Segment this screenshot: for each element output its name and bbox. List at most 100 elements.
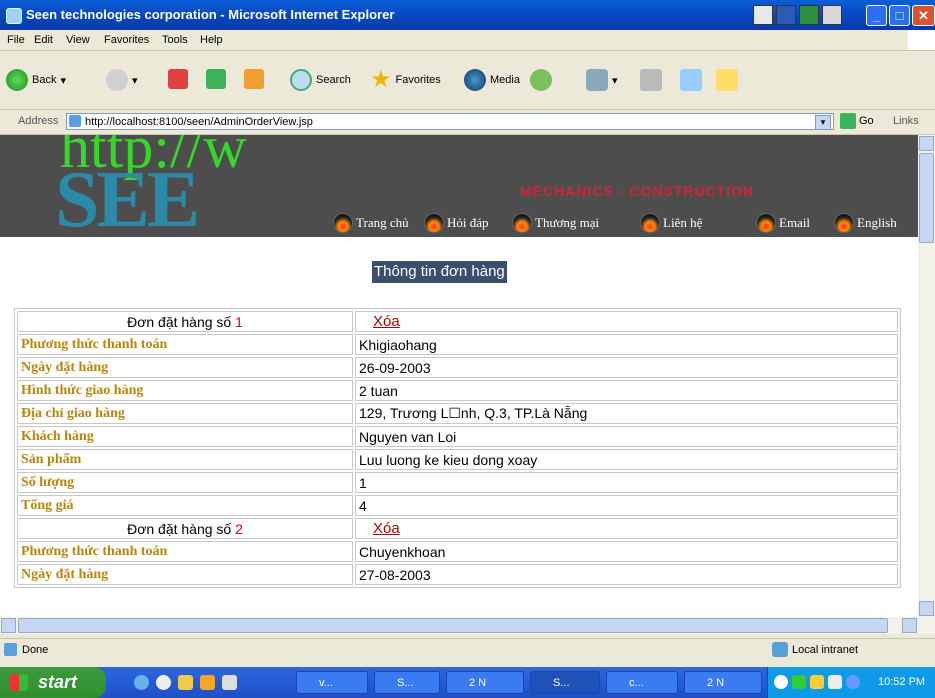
table-row: Tổng giá 4 [17, 495, 898, 516]
nav-home[interactable]: Trang chủ [333, 213, 409, 233]
menu-help[interactable]: Help [200, 34, 223, 46]
horizontal-scrollbar[interactable] [0, 617, 935, 634]
address-bar: Address http://localhost:8100/seen/Admin… [0, 110, 935, 135]
tray-back-icon[interactable] [774, 675, 788, 689]
go-button[interactable]: Go [840, 113, 874, 129]
address-input[interactable]: http://localhost:8100/seen/AdminOrderVie… [66, 113, 834, 130]
scroll-right-button[interactable] [902, 618, 917, 633]
order-number: 2 [235, 520, 243, 537]
field-label: Phương thức thanh toán [17, 334, 353, 355]
edit-button[interactable] [680, 69, 702, 91]
print-button[interactable] [640, 69, 662, 91]
order-actions: Xóa [355, 518, 898, 539]
search-button[interactable]: Search [290, 69, 351, 91]
history-icon [530, 69, 552, 91]
field-value: 26-09-2003 [355, 357, 898, 378]
mail-button[interactable]: ▾ [586, 69, 618, 91]
menu-file[interactable]: File [7, 34, 25, 46]
field-label: Khách hàng [17, 426, 353, 447]
maximize-button[interactable]: □ [889, 5, 910, 26]
vertical-scrollbar[interactable] [918, 135, 935, 617]
quicklaunch-folder-icon[interactable] [178, 675, 193, 690]
tray-icon-1[interactable] [792, 675, 806, 689]
horizontal-scroll-thumb[interactable] [18, 618, 888, 633]
task-2n[interactable]: 2 N [684, 671, 762, 694]
field-label: Sản phẩm [17, 449, 353, 470]
order-title: Đơn đặt hàng số 1 [17, 311, 353, 332]
quick-icon-1[interactable] [753, 5, 773, 25]
nav-faq[interactable]: Hỏi đáp [424, 213, 489, 233]
quicklaunch-app-icon[interactable] [200, 675, 215, 690]
nav-email[interactable]: Email [756, 213, 810, 233]
forward-button[interactable]: ▾ [106, 69, 138, 91]
table-row: Phương thức thanh toán Chuyenkhoan [17, 541, 898, 562]
windows-flag-icon [10, 674, 28, 691]
delete-order-link[interactable]: Xóa [359, 313, 400, 330]
forward-arrow-icon [106, 69, 128, 91]
nav-ball-icon [333, 213, 353, 233]
vertical-scroll-thumb[interactable] [919, 153, 934, 243]
stop-button[interactable] [168, 69, 188, 89]
nav-ball-icon [640, 213, 660, 233]
tray-icon-3[interactable] [828, 675, 842, 689]
title-bar[interactable]: Seen technologies corporation - Microsof… [0, 0, 935, 30]
task-c[interactable]: c... [606, 671, 678, 694]
scroll-left-button[interactable] [1, 618, 16, 633]
field-label: Tổng giá [17, 495, 353, 516]
task-ie-active[interactable]: S... [530, 671, 600, 694]
nav-english[interactable]: English [834, 213, 897, 233]
table-row: Sản phẩm Luu luong ke kieu dong xoay [17, 449, 898, 470]
minimize-button[interactable]: _ [866, 5, 887, 26]
nav-label: Thương mại [535, 215, 600, 230]
delete-order-link[interactable]: Xóa [359, 520, 400, 537]
links-button[interactable]: Links [893, 115, 919, 127]
star-icon: ★ [370, 66, 392, 93]
scroll-up-button[interactable] [919, 136, 934, 151]
field-value: 2 tuan [355, 380, 898, 401]
task-s1[interactable]: S... [374, 671, 440, 694]
refresh-icon [206, 69, 226, 89]
history-button[interactable] [530, 69, 552, 91]
quicklaunch-ie-icon[interactable] [134, 675, 149, 690]
menu-view[interactable]: View [66, 34, 90, 46]
order-header-row: Đơn đặt hàng số 1 Xóa [17, 311, 898, 332]
nav-commerce[interactable]: Thương mại [512, 213, 599, 233]
nav-ball-icon [834, 213, 854, 233]
address-url: http://localhost:8100/seen/AdminOrderVie… [85, 116, 313, 128]
task-word[interactable]: 2 N [446, 671, 524, 694]
intranet-icon [772, 642, 788, 657]
quick-icon-4[interactable] [822, 5, 842, 25]
back-button[interactable]: Back ▾ [6, 69, 66, 91]
tray-icon-2[interactable] [810, 675, 824, 689]
stop-icon [168, 69, 188, 89]
menu-tools[interactable]: Tools [162, 34, 188, 46]
menu-bar: File Edit View Favorites Tools Help [0, 30, 935, 51]
messenger-button[interactable] [716, 69, 738, 91]
menu-favorites[interactable]: Favorites [104, 34, 149, 46]
start-button[interactable]: start [0, 667, 106, 698]
close-button[interactable]: ✕ [912, 5, 935, 26]
messenger-icon [716, 69, 738, 91]
page-done-icon [4, 643, 17, 656]
tray-icon-4[interactable] [846, 675, 860, 689]
media-button[interactable]: Media [464, 69, 520, 91]
banner-tagline: MECHANICS - CONSTRUCTION [520, 183, 754, 199]
home-button[interactable] [244, 69, 264, 89]
excel-icon[interactable] [799, 5, 819, 25]
order-prefix: Đơn đặt hàng số [127, 520, 232, 537]
refresh-button[interactable] [206, 69, 226, 89]
task-v[interactable]: v... [296, 671, 368, 694]
windows-logo-icon [908, 30, 935, 50]
status-text: Done [22, 644, 49, 656]
table-row: Ngày đặt hàng 27-08-2003 [17, 564, 898, 585]
word-icon[interactable] [776, 5, 796, 25]
quicklaunch-network-icon[interactable] [222, 675, 237, 690]
nav-contact[interactable]: Liên hệ [640, 213, 702, 233]
favorites-button[interactable]: ★ Favorites [370, 66, 441, 93]
quicklaunch-desktop-icon[interactable] [156, 675, 171, 690]
scroll-down-button[interactable] [919, 601, 934, 616]
menu-edit[interactable]: Edit [34, 34, 53, 46]
page-content: http://w SEE MECHANICS - CONSTRUCTION Tr… [0, 135, 918, 617]
address-dropdown-icon[interactable]: ▾ [815, 115, 831, 130]
taskbar: start v... S... 2 N S... c... 2 N 10:52 … [0, 667, 935, 698]
